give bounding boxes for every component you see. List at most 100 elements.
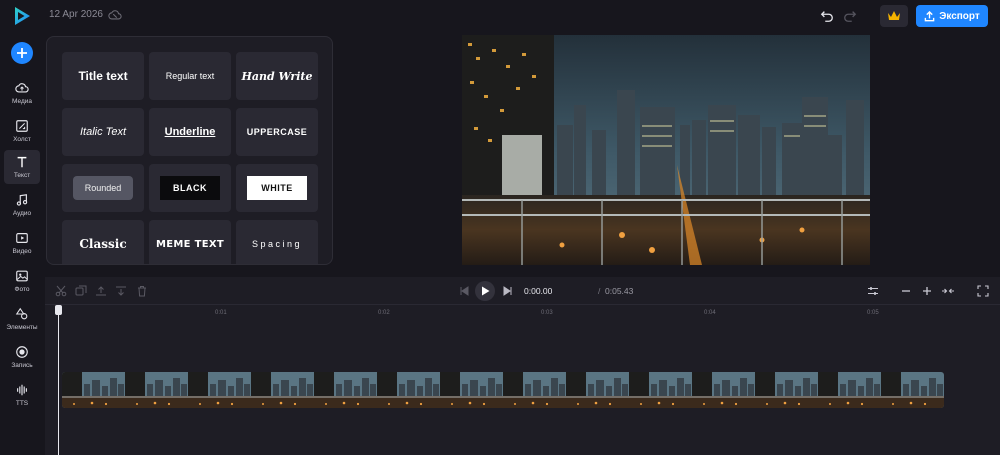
preset-label: Hand Write — [241, 69, 313, 83]
clip-thumbnail — [62, 372, 125, 408]
export-button[interactable]: Экспорт — [916, 5, 988, 27]
text-presets-panel: Title text Regular text Hand Write Itali… — [46, 36, 333, 265]
record-icon — [16, 346, 28, 358]
crown-icon — [888, 11, 900, 20]
sidebar-item-label: Видео — [12, 248, 32, 255]
preset-label: Rounded — [73, 176, 133, 200]
preset-classic[interactable]: Classic — [62, 220, 144, 264]
redo-icon[interactable] — [843, 9, 857, 23]
sidebar-item-label: Холст — [13, 136, 31, 143]
clip-thumbnail — [566, 372, 629, 408]
duplicate-icon[interactable] — [75, 285, 87, 297]
sidebar-item-canvas[interactable]: Холст — [4, 114, 40, 148]
sidebar-item-label: Фото — [14, 286, 30, 293]
preset-black[interactable]: BLACK — [149, 164, 231, 212]
preset-label: MEME TEXT — [156, 238, 224, 250]
zoom-out-icon[interactable] — [900, 285, 912, 297]
ruler-tick: 0:02 — [378, 310, 390, 316]
sidebar-item-record[interactable]: Запись — [4, 340, 40, 374]
sidebar-item-label: Текст — [13, 172, 31, 179]
total-time: 0:05.43 — [605, 286, 634, 296]
clip-thumbnail — [755, 372, 818, 408]
preset-label: Italic Text — [79, 126, 127, 138]
timeline-panel: 0:00.00 / 0:05.43 0:01 0:02 0:03 0:04 0:… — [45, 277, 1000, 455]
sidebar-item-video[interactable]: Видео — [4, 226, 40, 260]
zoom-in-icon[interactable] — [921, 285, 933, 297]
undo-icon[interactable] — [820, 9, 834, 23]
skip-back-icon[interactable] — [458, 285, 470, 297]
clip-thumbnail — [881, 372, 944, 408]
clip-thumbnail — [377, 372, 440, 408]
playhead-handle[interactable] — [55, 305, 62, 315]
preset-label: UPPERCASE — [246, 127, 308, 137]
preset-uppercase[interactable]: UPPERCASE — [236, 108, 318, 156]
video-preview[interactable] — [462, 35, 870, 265]
clip-thumbnail — [125, 372, 188, 408]
play-button[interactable] — [475, 281, 495, 301]
preset-underline[interactable]: Underline — [149, 108, 231, 156]
fullscreen-icon[interactable] — [977, 285, 989, 297]
sidebar-item-label: Медиа — [12, 98, 32, 105]
export-upload-icon — [924, 10, 935, 21]
sidebar-item-label: Запись — [11, 362, 33, 369]
plus-icon — [17, 48, 27, 58]
clip-thumbnail — [314, 372, 377, 408]
time-separator: / — [598, 286, 601, 296]
sidebar-item-audio[interactable]: Аудио — [4, 188, 40, 222]
preset-title-text[interactable]: Title text — [62, 52, 144, 100]
clip-thumbnail — [188, 372, 251, 408]
video-icon — [16, 233, 28, 243]
premium-button[interactable] — [880, 5, 908, 27]
ruler-tick: 0:05 — [867, 310, 879, 316]
cloud-sync-icon[interactable] — [108, 8, 122, 22]
sidebar-item-elements[interactable]: Элементы — [4, 302, 40, 336]
clip-thumbnail — [692, 372, 755, 408]
export-label: Экспорт — [939, 10, 980, 22]
ruler-tick: 0:03 — [541, 310, 553, 316]
project-date: 12 Apr 2026 — [49, 9, 103, 20]
trash-icon[interactable] — [136, 285, 148, 297]
clip-thumbnail — [251, 372, 314, 408]
music-note-icon — [16, 194, 28, 206]
clip-thumbnail — [629, 372, 692, 408]
preset-regular-text[interactable]: Regular text — [149, 52, 231, 100]
canvas-icon — [16, 120, 28, 132]
clip-thumbnail — [818, 372, 881, 408]
playhead[interactable] — [58, 306, 59, 455]
sidebar-item-label: Элементы — [6, 324, 38, 331]
preset-meme-text[interactable]: MEME TEXT — [149, 220, 231, 264]
upload-cloud-icon — [15, 83, 29, 93]
clip-thumbnail — [440, 372, 503, 408]
preset-label: Regular text — [165, 71, 215, 81]
sidebar-item-text[interactable]: Текст — [4, 150, 40, 184]
preset-label: BLACK — [160, 176, 220, 200]
left-sidebar: Медиа Холст Текст Аудио Видео Фото Элеме… — [0, 32, 44, 455]
fit-timeline-icon[interactable] — [941, 285, 955, 297]
video-clip[interactable] — [62, 372, 944, 408]
preset-label: Underline — [164, 126, 216, 138]
add-button[interactable] — [11, 42, 33, 64]
skip-forward-icon[interactable] — [502, 285, 514, 297]
preset-white[interactable]: WHITE — [236, 164, 318, 212]
preset-rounded[interactable]: Rounded — [62, 164, 144, 212]
city-night-scene — [462, 35, 870, 265]
sidebar-item-tts[interactable]: TTS — [4, 378, 40, 412]
layer-down-icon[interactable] — [115, 285, 127, 297]
waveform-icon — [17, 384, 27, 396]
preset-italic-text[interactable]: Italic Text — [62, 108, 144, 156]
settings-sliders-icon[interactable] — [867, 285, 879, 297]
sidebar-item-media[interactable]: Медиа — [4, 76, 40, 110]
scissors-icon[interactable] — [55, 285, 67, 297]
layer-up-icon[interactable] — [95, 285, 107, 297]
preset-spacing[interactable]: Spacing — [236, 220, 318, 264]
preset-hand-write[interactable]: Hand Write — [236, 52, 318, 100]
app-logo-icon[interactable] — [12, 6, 32, 26]
shapes-icon — [15, 307, 28, 320]
sidebar-item-photo[interactable]: Фото — [4, 264, 40, 298]
ruler-tick: 0:01 — [215, 310, 227, 316]
sidebar-item-label: Аудио — [12, 210, 32, 217]
current-time: 0:00.00 — [524, 286, 553, 296]
top-bar: 12 Apr 2026 Экспорт — [0, 0, 1000, 32]
photo-icon — [16, 270, 28, 282]
clip-thumbnail — [503, 372, 566, 408]
